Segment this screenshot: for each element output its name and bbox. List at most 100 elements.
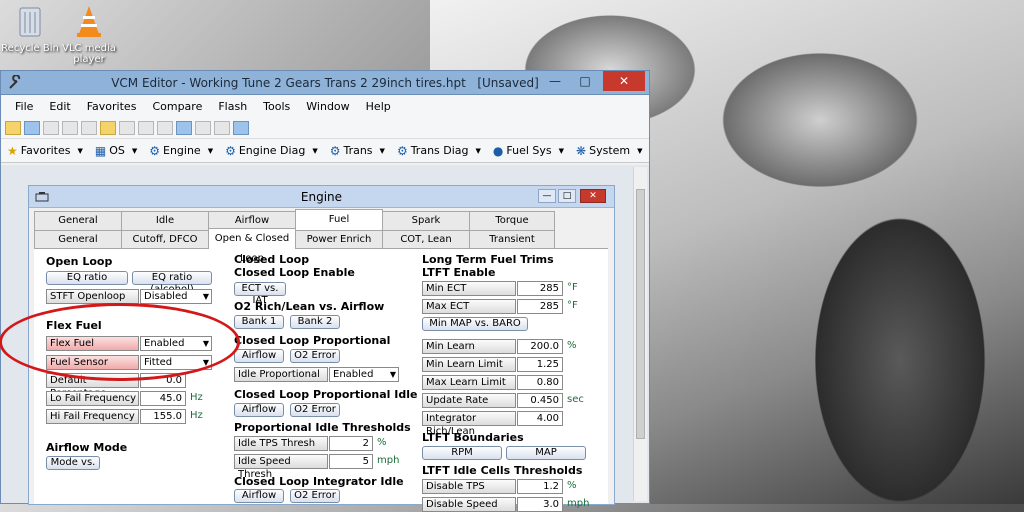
window-title-bar[interactable]: VCM Editor - Working Tune 2 Gears Trans … xyxy=(1,71,649,95)
write-icon[interactable] xyxy=(214,120,230,135)
engine-title: Engine xyxy=(300,190,343,204)
engine-close-button[interactable]: ✕ xyxy=(580,189,606,203)
minimize-button[interactable]: — xyxy=(541,71,569,91)
trans-diag-dropdown[interactable]: ⚙ Trans Diag ▼ xyxy=(397,144,481,158)
cl-prop-idle-airflow-button[interactable]: Airflow xyxy=(234,403,284,417)
mode-vs-button[interactable]: Mode vs. xyxy=(46,456,100,470)
vlc-cone-icon xyxy=(77,6,101,37)
save-icon[interactable] xyxy=(24,120,40,135)
menu-favorites[interactable]: Favorites xyxy=(79,100,145,113)
stft-openloop-label: STFT Openloop xyxy=(46,289,139,304)
airflow-mode-heading: Airflow Mode xyxy=(46,441,128,454)
sub-tab-row: General Cutoff, DFCO Open & Closed Loop … xyxy=(34,228,555,264)
recycle-bin-desktop-icon[interactable]: Recycle Bin xyxy=(0,4,60,54)
workspace-vertical-scrollbar[interactable] xyxy=(633,167,647,501)
menu-compare[interactable]: Compare xyxy=(144,100,210,113)
eq-ratio-button[interactable]: EQ ratio xyxy=(46,271,128,285)
star-icon: ★ xyxy=(7,143,18,158)
hi-fail-frequency-label: Hi Fail Frequency xyxy=(46,409,139,424)
hi-fail-frequency-value[interactable]: 155.0 xyxy=(140,409,186,424)
tab-spark[interactable]: Spark xyxy=(382,211,470,230)
favorites-dropdown[interactable]: ★ Favorites ▼ xyxy=(7,144,83,158)
menu-window[interactable]: Window xyxy=(298,100,357,113)
compare-icon[interactable] xyxy=(43,120,59,135)
max-ect-value[interactable]: 285 xyxy=(517,299,563,314)
idle-speed-thresh-value[interactable]: 5 xyxy=(329,454,373,469)
min-learn-value[interactable]: 200.0 xyxy=(517,339,563,354)
disable-tps-value[interactable]: 1.2 xyxy=(517,479,563,494)
menu-tools[interactable]: Tools xyxy=(255,100,298,113)
stft-openloop-select[interactable]: Disabled ▼ xyxy=(140,289,212,304)
dropdown-arrow-icon: ▼ xyxy=(475,146,481,155)
engine-title-bar[interactable]: Engine — □ ✕ xyxy=(29,186,614,208)
subtab-open-closed-loop[interactable]: Open & Closed Loop xyxy=(208,228,296,264)
cl-prop-o2-error-button[interactable]: O2 Error xyxy=(290,349,340,363)
bank1-button[interactable]: Bank 1 xyxy=(234,315,284,329)
max-learn-limit-value[interactable]: 0.80 xyxy=(517,375,563,390)
trans-diag-icon: ⚙ xyxy=(396,143,408,158)
disable-speed-label: Disable Speed xyxy=(422,497,516,512)
lo-fail-frequency-value[interactable]: 45.0 xyxy=(140,391,186,406)
ltft-enable-heading: LTFT Enable xyxy=(422,266,496,279)
menu-help[interactable]: Help xyxy=(358,100,399,113)
maximize-button[interactable]: □ xyxy=(571,71,599,91)
engine-minimize-button[interactable]: — xyxy=(538,189,556,203)
engine-diag-dropdown[interactable]: ⚙ Engine Diag ▼ xyxy=(225,144,318,158)
idle-proportional-select[interactable]: Enabled ▼ xyxy=(329,367,399,382)
bank2-button[interactable]: Bank 2 xyxy=(290,315,340,329)
ltft-map-button[interactable]: MAP xyxy=(506,446,586,460)
engine-maximize-button[interactable]: □ xyxy=(558,189,576,203)
cl-prop-idle-o2-error-button[interactable]: O2 Error xyxy=(290,403,340,417)
subtab-cutoff-dfco[interactable]: Cutoff, DFCO xyxy=(121,230,209,249)
fuel-sys-dropdown[interactable]: ● Fuel Sys ▼ xyxy=(493,144,564,158)
vlc-desktop-icon[interactable]: VLC media player xyxy=(58,4,120,65)
subtab-transient[interactable]: Transient xyxy=(469,230,555,249)
eq-ratio-alcohol-button[interactable]: EQ ratio (alcohol) xyxy=(132,271,212,295)
tab-fuel[interactable]: Fuel xyxy=(295,209,383,230)
menu-edit[interactable]: Edit xyxy=(41,100,78,113)
integrator-rich-lean-value[interactable]: 4.00 xyxy=(517,411,563,426)
menu-flash[interactable]: Flash xyxy=(210,100,255,113)
engine-dropdown[interactable]: ⚙ Engine ▼ xyxy=(149,144,213,158)
subtab-power-enrich[interactable]: Power Enrich xyxy=(295,230,383,249)
trans-dropdown[interactable]: ⚙ Trans ▼ xyxy=(330,144,385,158)
os-dropdown[interactable]: ▦ OS ▼ xyxy=(95,144,137,158)
recycle-bin-label: Recycle Bin xyxy=(1,43,59,54)
tab-torque-management[interactable]: Torque Management xyxy=(469,211,555,243)
read-icon[interactable] xyxy=(195,120,211,135)
copy-icon[interactable] xyxy=(62,120,78,135)
close-button[interactable]: ✕ xyxy=(603,71,645,91)
open-icon[interactable] xyxy=(5,120,21,135)
idle-tps-thresh-value[interactable]: 2 xyxy=(329,436,373,451)
ect-vs-iat-button[interactable]: ECT vs. IAT xyxy=(234,282,286,306)
update-rate-value[interactable]: 0.450 xyxy=(517,393,563,408)
update-rate-label: Update Rate xyxy=(422,393,516,408)
system-dropdown[interactable]: ❋ System ▼ xyxy=(576,144,642,158)
os-icon: ▦ xyxy=(94,143,107,158)
paste-icon[interactable] xyxy=(81,120,97,135)
subtab-general[interactable]: General xyxy=(34,230,122,249)
min-learn-label: Min Learn xyxy=(422,339,516,354)
cl-prop-airflow-button[interactable]: Airflow xyxy=(234,349,284,363)
ltft-rpm-button[interactable]: RPM xyxy=(422,446,502,460)
scrollbar-thumb[interactable] xyxy=(636,189,645,439)
min-ect-value[interactable]: 285 xyxy=(517,281,563,296)
table-icon[interactable] xyxy=(119,120,135,135)
disable-speed-value[interactable]: 3.0 xyxy=(517,497,563,512)
table3-icon[interactable] xyxy=(157,120,173,135)
info-icon[interactable] xyxy=(233,120,249,135)
menu-file[interactable]: File xyxy=(7,100,41,113)
folder-icon[interactable] xyxy=(100,120,116,135)
min-map-vs-baro-button[interactable]: Min MAP vs. BARO xyxy=(422,317,528,331)
dropdown-arrow-icon: ▼ xyxy=(207,146,214,155)
idle-tps-thresh-label: Idle TPS Thresh xyxy=(234,436,328,451)
tab-general[interactable]: General xyxy=(34,211,122,230)
tab-idle[interactable]: Idle xyxy=(121,211,209,230)
hi-fail-unit: Hz xyxy=(190,410,203,421)
cl-int-idle-o2-error-button[interactable]: O2 Error xyxy=(290,489,340,503)
table2-icon[interactable] xyxy=(138,120,154,135)
cl-int-idle-airflow-button[interactable]: Airflow xyxy=(234,489,284,503)
subtab-cot-lean-cruise[interactable]: COT, Lean Cruise xyxy=(382,230,470,262)
min-learn-limit-value[interactable]: 1.25 xyxy=(517,357,563,372)
vehicle-icon[interactable] xyxy=(176,120,192,135)
